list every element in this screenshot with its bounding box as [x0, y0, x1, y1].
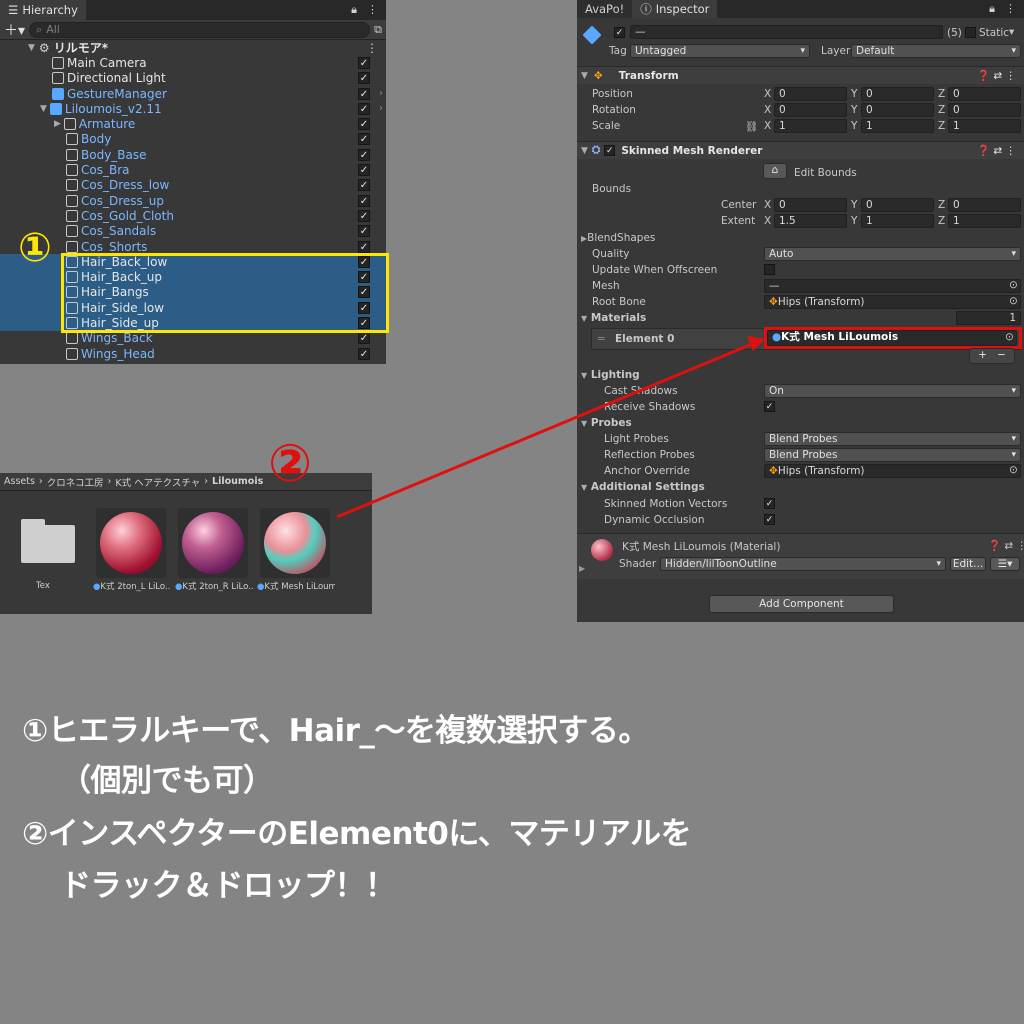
instruction-line-1: ①ヒエラルキーで、Hair_～を複数選択する。	[22, 713, 649, 749]
instruction-line-2: （個別でも可）	[60, 763, 274, 799]
instruction-line-3: ②インスペクターのElement0に、マテリアルを	[22, 816, 692, 852]
instruction-line-4: ドラック＆ドロップ！！	[60, 868, 396, 904]
